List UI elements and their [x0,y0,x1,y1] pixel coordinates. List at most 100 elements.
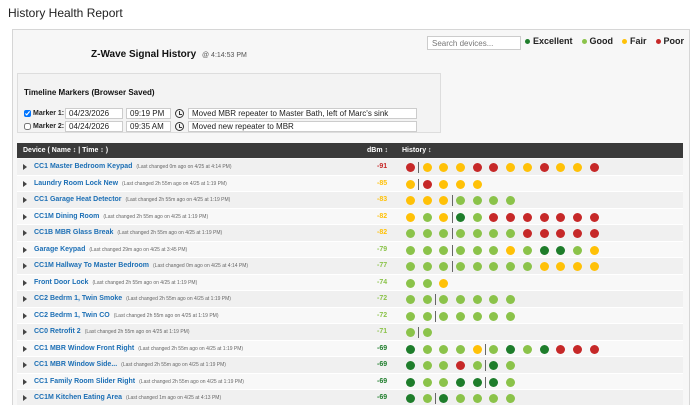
history-dot-good[interactable] [489,245,499,255]
history-dot-good[interactable] [472,311,482,321]
history-dot-poor[interactable] [489,163,499,172]
history-dot-fair[interactable] [556,163,566,172]
table-row[interactable]: CC1 Master Bedroom Keypad (Last changed 0… [17,159,683,176]
marker-date-field[interactable]: 04/24/2026 [65,120,123,132]
expand-chevron-icon[interactable] [23,312,27,319]
table-row[interactable]: CC1M Dining Room (Last changed 2h 55m ago… [17,208,683,225]
device-name-link[interactable]: CC1B MBR Glass Break [34,229,113,236]
history-dot-poor[interactable] [572,344,582,354]
history-dot-good[interactable] [406,311,415,321]
history-dot-good[interactable] [439,377,449,387]
history-dot-fair[interactable] [406,196,415,205]
table-row[interactable]: CC2 Bedrm 1, Twin Smoke (Last changed 2h … [17,291,683,308]
table-row[interactable]: CC2 Bedrm 1, Twin CO (Last changed 2h 55m… [17,307,683,324]
expand-chevron-icon[interactable] [23,362,27,368]
table-row[interactable]: CC0 Retrofit 2 (Last changed 2h 55m ago o… [17,324,683,341]
history-dot-good[interactable] [506,229,516,238]
history-dot-good[interactable] [506,295,516,304]
table-row[interactable]: CC1M Hallway To Master Bedroom (Last chan… [17,258,683,275]
history-dot-good[interactable] [489,229,499,238]
expand-chevron-icon[interactable] [23,279,27,286]
history-dot-poor[interactable] [589,212,599,222]
history-dot-fair[interactable] [506,163,516,172]
history-dot-good[interactable] [506,361,516,370]
history-dot-fair[interactable] [406,179,415,189]
history-dot-excellent[interactable] [406,344,415,354]
device-name-link[interactable]: CC1M Dining Room [34,213,99,220]
history-dot-excellent[interactable] [472,377,482,387]
expand-chevron-icon[interactable] [23,395,27,401]
marker-note-field[interactable]: Moved new repeater to MBR [188,120,417,132]
history-dot-poor[interactable] [556,212,566,222]
table-row[interactable]: CC1M Kitchen Eating Area (Last changed 1m… [17,390,683,405]
table-row[interactable]: Front Door Lock (Last changed 2h 55m ago … [17,274,683,291]
expand-chevron-icon[interactable] [23,296,27,302]
history-dot-good[interactable] [422,212,432,222]
expand-chevron-icon[interactable] [23,329,27,335]
history-dot-excellent[interactable] [539,344,549,354]
history-dot-poor[interactable] [472,163,482,172]
history-dot-fair[interactable] [439,278,449,288]
history-dot-fair[interactable] [472,344,482,354]
history-dot-poor[interactable] [556,344,566,354]
history-dot-excellent[interactable] [439,394,449,403]
history-dot-good[interactable] [522,344,532,354]
history-dot-fair[interactable] [589,245,599,255]
history-dot-good[interactable] [406,328,415,337]
table-row[interactable]: Garage Keypad (Last changed 29m ago on 4/… [17,241,683,258]
device-column-header[interactable]: Device ( Name ↕ | Time ↕ ) [23,147,108,154]
dbm-column-header[interactable]: dBm ↕ [367,147,388,154]
history-dot-poor[interactable] [522,212,532,222]
device-name-link[interactable]: CC1M Kitchen Eating Area [34,394,122,401]
history-dot-good[interactable] [522,262,532,271]
history-dot-good[interactable] [422,311,432,321]
history-dot-poor[interactable] [589,344,599,354]
history-dot-good[interactable] [456,229,466,238]
history-column-header[interactable]: History ↕ [402,147,432,154]
history-dot-poor[interactable] [589,229,599,238]
history-dot-good[interactable] [422,245,432,255]
device-name-link[interactable]: CC1 Family Room Slider Right [34,378,135,385]
marker-date-field[interactable]: 04/23/2026 [65,107,123,119]
search-input[interactable] [427,36,521,50]
clock-icon[interactable] [175,121,184,131]
expand-chevron-icon[interactable] [23,197,27,203]
history-dot-excellent[interactable] [489,377,499,387]
table-row[interactable]: CC1 Garage Heat Detector (Last changed 2h… [17,192,683,209]
history-dot-good[interactable] [406,295,415,304]
expand-chevron-icon[interactable] [23,230,27,236]
marker-time-field[interactable]: 09:19 PM [126,107,171,119]
history-dot-good[interactable] [472,196,482,205]
history-dot-excellent[interactable] [539,245,549,255]
history-dot-fair[interactable] [506,245,516,255]
history-dot-good[interactable] [489,295,499,304]
history-dot-good[interactable] [489,262,499,271]
history-dot-good[interactable] [472,394,482,403]
marker-time-field[interactable]: 09:35 AM [126,120,171,132]
history-dot-good[interactable] [439,311,449,321]
history-dot-good[interactable] [422,328,432,337]
history-dot-good[interactable] [439,245,449,255]
history-dot-good[interactable] [406,278,415,288]
history-dot-good[interactable] [406,245,415,255]
history-dot-good[interactable] [422,361,432,370]
history-dot-poor[interactable] [556,229,566,238]
expand-chevron-icon[interactable] [23,263,27,269]
history-dot-excellent[interactable] [556,245,566,255]
expand-chevron-icon[interactable] [23,378,27,385]
history-dot-good[interactable] [422,278,432,288]
history-dot-good[interactable] [406,262,415,271]
history-dot-good[interactable] [422,377,432,387]
history-dot-good[interactable] [422,262,432,271]
history-dot-fair[interactable] [556,262,566,271]
table-row[interactable]: CC1 MBR Window Side... (Last changed 2h 5… [17,357,683,374]
expand-chevron-icon[interactable] [23,213,27,220]
expand-chevron-icon[interactable] [23,180,27,187]
history-dot-good[interactable] [456,262,466,271]
history-dot-good[interactable] [439,361,449,370]
history-dot-good[interactable] [439,295,449,304]
table-row[interactable]: Laundry Room Lock New (Last changed 2h 55… [17,175,683,192]
history-dot-fair[interactable] [456,163,466,172]
history-dot-poor[interactable] [572,229,582,238]
device-name-link[interactable]: CC0 Retrofit 2 [34,328,81,335]
